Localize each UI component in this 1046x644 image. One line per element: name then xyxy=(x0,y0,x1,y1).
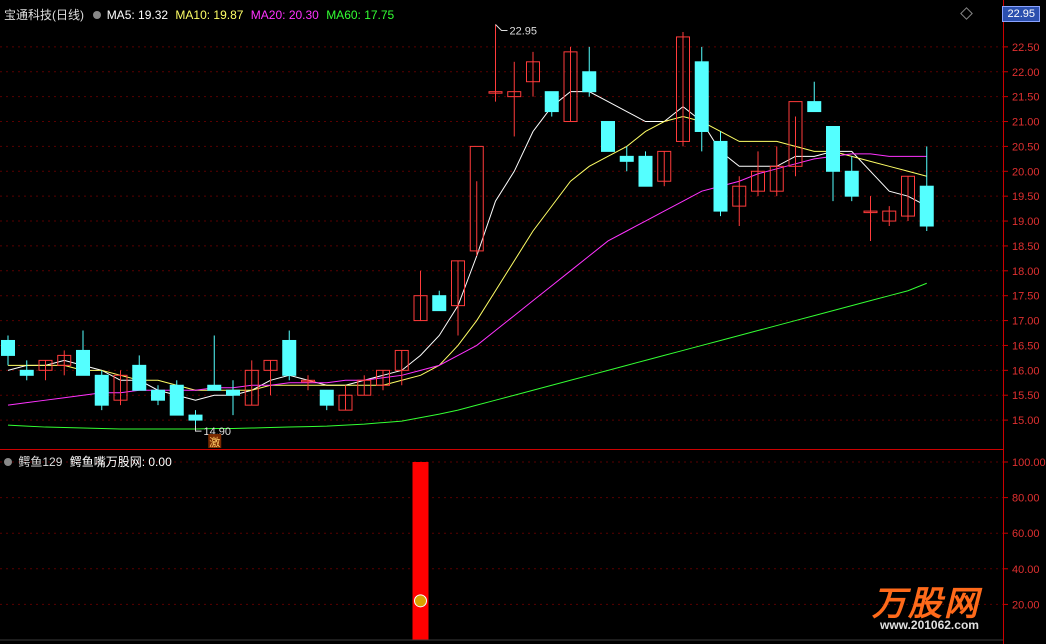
candle-down xyxy=(188,414,203,421)
y-tick-label: 16.50 xyxy=(1012,340,1040,352)
indicator-tick-label: 100.00 xyxy=(1012,457,1046,469)
y-tick-label: 17.00 xyxy=(1012,316,1040,328)
pane-separator xyxy=(0,449,1003,450)
indicator-name[interactable]: 鳄鱼129 xyxy=(18,455,62,469)
high-pointer xyxy=(495,24,508,31)
y-tick-label: 21.00 xyxy=(1012,117,1040,129)
y-tick-label: 15.00 xyxy=(1012,415,1040,427)
stock-chart[interactable]: 15.00 15.50 16.00 16.50 17.00 17.50 18.00 18.50… xyxy=(0,0,1046,644)
candle-down xyxy=(1,339,15,356)
candle-down xyxy=(19,369,34,376)
candle-down xyxy=(694,61,709,132)
candle-down xyxy=(94,374,109,406)
candle-down xyxy=(319,389,334,406)
y-tick-label: 20.50 xyxy=(1012,141,1040,153)
y-tick-label: 18.50 xyxy=(1012,241,1040,253)
indicator-value: 鳄鱼嘴万股网: 0.00 xyxy=(69,455,172,469)
candle-down xyxy=(826,126,840,172)
candle-down xyxy=(226,389,240,396)
y-tick-label: 21.50 xyxy=(1012,92,1040,104)
candle-down xyxy=(582,71,597,93)
watermark-url: www.201062.com xyxy=(880,618,979,632)
y-tick-label: 19.50 xyxy=(1012,191,1040,203)
stock-title[interactable]: 宝通科技(日线) xyxy=(4,8,84,22)
candle-down xyxy=(282,339,297,376)
indicator-bar xyxy=(412,462,429,640)
candle-down xyxy=(432,295,447,312)
money-bag-icon xyxy=(414,594,427,608)
y-tick-label: 16.00 xyxy=(1012,365,1040,377)
candle-down xyxy=(151,389,165,401)
ma10-value: MA10: 19.87 xyxy=(175,8,244,22)
current-price-tag: 22.95 xyxy=(1002,6,1040,22)
indicator-tick-label: 40.00 xyxy=(1012,564,1040,576)
candle-down xyxy=(169,384,184,416)
y-tick-label: 18.00 xyxy=(1012,266,1040,278)
price-axis-line xyxy=(1003,0,1004,644)
y-tick-label: 20.00 xyxy=(1012,166,1040,178)
signal-char: 激 xyxy=(209,435,220,449)
ma20-value: MA20: 20.30 xyxy=(250,8,319,22)
candle-down xyxy=(638,155,653,187)
candle-down xyxy=(619,155,634,162)
candle-down xyxy=(544,91,559,113)
y-tick-label: 17.50 xyxy=(1012,291,1040,303)
indicator-pane-header: 鳄鱼129 鳄鱼嘴万股网: 0.00 xyxy=(4,453,176,470)
high-label: 22.95 xyxy=(510,25,538,37)
main-pane-header: 宝通科技(日线) MA5: 19.32 MA10: 19.87 MA20: 20… xyxy=(4,6,398,23)
candle-down xyxy=(844,170,859,197)
y-tick-label: 22.50 xyxy=(1012,42,1040,54)
candle-down xyxy=(713,140,728,212)
indicator-tick-label: 80.00 xyxy=(1012,493,1040,505)
candle-down xyxy=(76,349,90,376)
y-tick-label: 22.00 xyxy=(1012,67,1040,79)
indicator-tick-label: 20.00 xyxy=(1012,599,1040,611)
candle-down xyxy=(132,364,147,391)
low-pointer xyxy=(195,425,202,432)
dropdown-icon[interactable] xyxy=(4,458,12,466)
candle-down xyxy=(807,101,822,113)
candle-down xyxy=(919,185,934,227)
ma-line-ma60 xyxy=(7,282,927,430)
indicator-tick-label: 60.00 xyxy=(1012,528,1040,540)
ma5-value: MA5: 19.32 xyxy=(106,8,169,22)
candle-down xyxy=(207,384,222,391)
y-tick-label: 19.00 xyxy=(1012,216,1040,228)
dropdown-icon[interactable] xyxy=(93,11,102,19)
candle-down xyxy=(601,121,615,152)
ma60-value: MA60: 17.75 xyxy=(326,8,395,22)
y-tick-label: 15.50 xyxy=(1012,390,1040,402)
